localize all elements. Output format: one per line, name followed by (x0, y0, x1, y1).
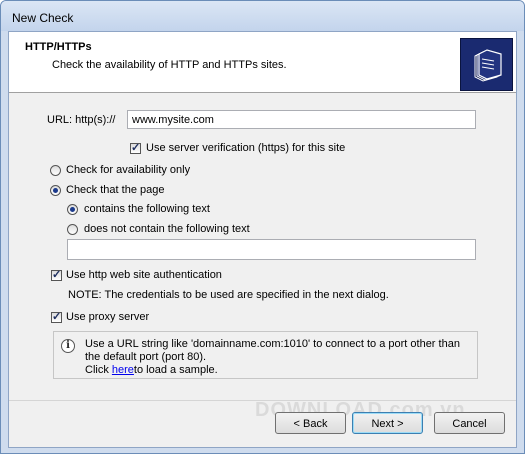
server-verification-checkbox[interactable] (130, 141, 141, 154)
url-input[interactable] (127, 110, 476, 129)
url-label: URL: http(s):// (47, 114, 116, 126)
auth-label[interactable]: Use http web site authentication (66, 269, 222, 281)
back-button[interactable]: < Back (275, 412, 346, 434)
info-icon: i (61, 339, 75, 353)
check-page-label[interactable]: Check that the page (66, 184, 164, 196)
server-verification-label[interactable]: Use server verification (https) for this… (146, 142, 345, 154)
title-bar[interactable]: New Check (1, 1, 524, 31)
info-line-3: Click hereto load a sample. (85, 364, 218, 376)
window-title: New Check (12, 11, 74, 25)
auth-checkbox[interactable] (51, 268, 62, 281)
info-box: i Use a URL string like 'domainname.com:… (53, 331, 478, 379)
not-contains-text-label[interactable]: does not contain the following text (84, 223, 250, 235)
folder-stack-icon (460, 38, 513, 91)
header-subtitle: Check the availability of HTTP and HTTPs… (52, 59, 287, 71)
contains-text-radio[interactable] (67, 204, 78, 215)
info-line-2: the default port (port 80). (85, 351, 207, 363)
not-contains-text-radio[interactable] (67, 224, 78, 235)
info-line-3-suffix: to load a sample. (133, 364, 218, 376)
cancel-button[interactable]: Cancel (434, 412, 505, 434)
dialog-window: New Check HTTP/HTTPs Check the availabil… (0, 0, 525, 454)
wizard-header: HTTP/HTTPs Check the availability of HTT… (9, 32, 516, 93)
auth-note: NOTE: The credentials to be used are spe… (68, 289, 389, 301)
match-text-input[interactable] (67, 239, 476, 260)
load-sample-link[interactable]: here (112, 364, 134, 376)
proxy-label[interactable]: Use proxy server (66, 311, 149, 323)
availability-only-radio[interactable] (50, 165, 61, 176)
dialog-frame: HTTP/HTTPs Check the availability of HTT… (8, 31, 517, 448)
header-title: HTTP/HTTPs (25, 41, 92, 53)
availability-only-label[interactable]: Check for availability only (66, 164, 190, 176)
info-line-3-prefix: Click (85, 364, 112, 376)
contains-text-label[interactable]: contains the following text (84, 203, 210, 215)
info-line-1: Use a URL string like 'domainname.com:10… (85, 338, 460, 350)
proxy-checkbox[interactable] (51, 310, 62, 323)
next-button[interactable]: Next > (352, 412, 423, 434)
check-page-radio[interactable] (50, 185, 61, 196)
